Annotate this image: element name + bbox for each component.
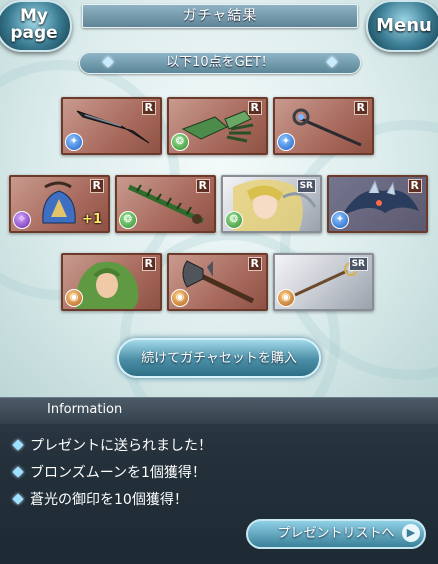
- page-title: ガチャ結果: [82, 4, 358, 28]
- result-card[interactable]: R ✦: [61, 97, 162, 155]
- result-card[interactable]: R ✦: [327, 175, 428, 233]
- rarity-badge: SR: [348, 257, 368, 271]
- present-list-button[interactable]: プレゼントリストへ ▶: [246, 519, 426, 549]
- rarity-badge: R: [247, 257, 262, 271]
- result-banner: 以下10点をGET！: [79, 52, 361, 74]
- info-message: ブロンズムーンを1個獲得！: [12, 462, 206, 482]
- info-message-text: ブロンズムーンを1個獲得！: [30, 465, 206, 481]
- rarity-badge: R: [141, 257, 156, 271]
- menu-label: Menu: [376, 15, 432, 36]
- info-message-text: プレゼントに送られました！: [30, 438, 212, 454]
- result-banner-text: 以下10点をGET！: [166, 55, 274, 70]
- rarity-badge: R: [141, 101, 156, 115]
- water-icon: ✦: [331, 211, 349, 229]
- water-icon: ✦: [277, 133, 295, 151]
- wind-icon: ❂: [119, 211, 137, 229]
- earth-icon: ◉: [171, 289, 189, 307]
- earth-icon: ◉: [65, 289, 83, 307]
- diamond-icon: [12, 493, 24, 505]
- information-header: Information: [0, 398, 438, 424]
- diamond-icon: [102, 56, 114, 68]
- menu-button[interactable]: Menu: [366, 0, 438, 52]
- result-card[interactable]: R ❂: [115, 175, 216, 233]
- rarity-badge: R: [247, 101, 262, 115]
- result-card[interactable]: R ◉: [61, 253, 162, 311]
- rarity-badge: R: [353, 101, 368, 115]
- rarity-badge: R: [89, 179, 104, 193]
- dark-icon: ✧: [13, 211, 31, 229]
- result-card[interactable]: SR ◉: [273, 253, 374, 311]
- result-card[interactable]: SR ❂: [221, 175, 322, 233]
- mypage-label-line2: page: [10, 23, 58, 43]
- water-icon: ✦: [65, 133, 83, 151]
- info-message-text: 蒼光の御印を10個獲得！: [30, 492, 188, 508]
- diamond-icon: [12, 466, 24, 478]
- result-card[interactable]: R ❂: [167, 97, 268, 155]
- diamond-icon: [326, 56, 338, 68]
- earth-icon: ◉: [277, 289, 295, 307]
- quantity-badge: +1: [82, 212, 102, 227]
- wind-icon: ❂: [171, 133, 189, 151]
- wind-icon: ❂: [225, 211, 243, 229]
- info-message: プレゼントに送られました！: [12, 435, 212, 455]
- present-list-label: プレゼントリストへ: [277, 526, 395, 541]
- rarity-badge: R: [407, 179, 422, 193]
- diamond-icon: [12, 439, 24, 451]
- result-card[interactable]: R ✧ +1: [9, 175, 110, 233]
- rarity-badge: SR: [296, 179, 316, 193]
- arrow-right-icon: ▶: [402, 524, 420, 542]
- rarity-badge: R: [195, 179, 210, 193]
- buy-gacha-set-button[interactable]: 続けてガチャセットを購入: [117, 338, 321, 378]
- result-card[interactable]: R ◉: [167, 253, 268, 311]
- info-message: 蒼光の御印を10個獲得！: [12, 489, 188, 509]
- result-card[interactable]: R ✦: [273, 97, 374, 155]
- information-heading: Information: [47, 402, 123, 417]
- header: My page ガチャ結果 Menu: [0, 0, 438, 52]
- mypage-button[interactable]: My page: [0, 0, 72, 52]
